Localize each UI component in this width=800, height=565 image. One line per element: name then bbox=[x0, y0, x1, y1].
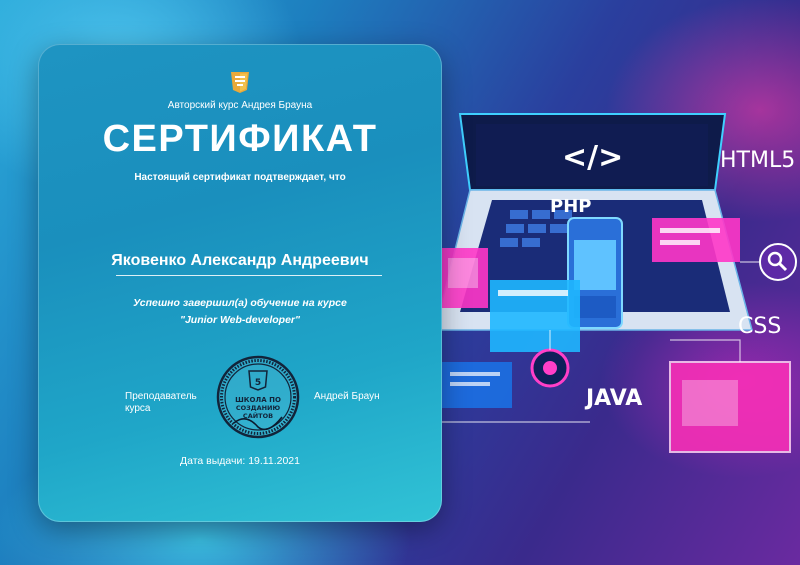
svg-text:СОЗДАНИЮ: СОЗДАНИЮ bbox=[236, 404, 281, 412]
css-label: CSS bbox=[738, 314, 782, 339]
html5-label: HTML5 bbox=[720, 148, 796, 173]
teacher-label: Преподаватель курса bbox=[125, 391, 197, 414]
certificate-title: СЕРТИФИКАТ bbox=[102, 118, 378, 160]
course-author: Авторский курс Андрея Брауна bbox=[167, 100, 313, 111]
certificate-card: Авторский курс Андрея Брауна СЕРТИФИКАТ … bbox=[38, 44, 442, 522]
issue-date: Дата выдачи: 19.11.2021 bbox=[180, 455, 300, 467]
html5-logo-icon bbox=[231, 72, 249, 93]
completed-text: Успешно завершил(а) обучение на курсе bbox=[133, 297, 347, 309]
php-label: PHP bbox=[550, 196, 592, 217]
recipient-name: Яковенко Александр Андреевич bbox=[111, 252, 369, 269]
code-symbol: </> bbox=[562, 140, 624, 175]
confirm-text: Настоящий сертификат подтверждает, что bbox=[134, 172, 346, 183]
course-name: "Junior Web-developer" bbox=[179, 314, 301, 326]
name-underline bbox=[116, 275, 382, 276]
java-label: JAVA bbox=[586, 386, 643, 411]
school-stamp: 5 ШКОЛА ПО СОЗДАНИЮ САЙТОВ bbox=[216, 355, 300, 439]
teacher-name: Андрей Браун bbox=[314, 391, 380, 402]
svg-text:5: 5 bbox=[255, 378, 261, 388]
stamp-text: ШКОЛА ПО bbox=[235, 396, 281, 404]
